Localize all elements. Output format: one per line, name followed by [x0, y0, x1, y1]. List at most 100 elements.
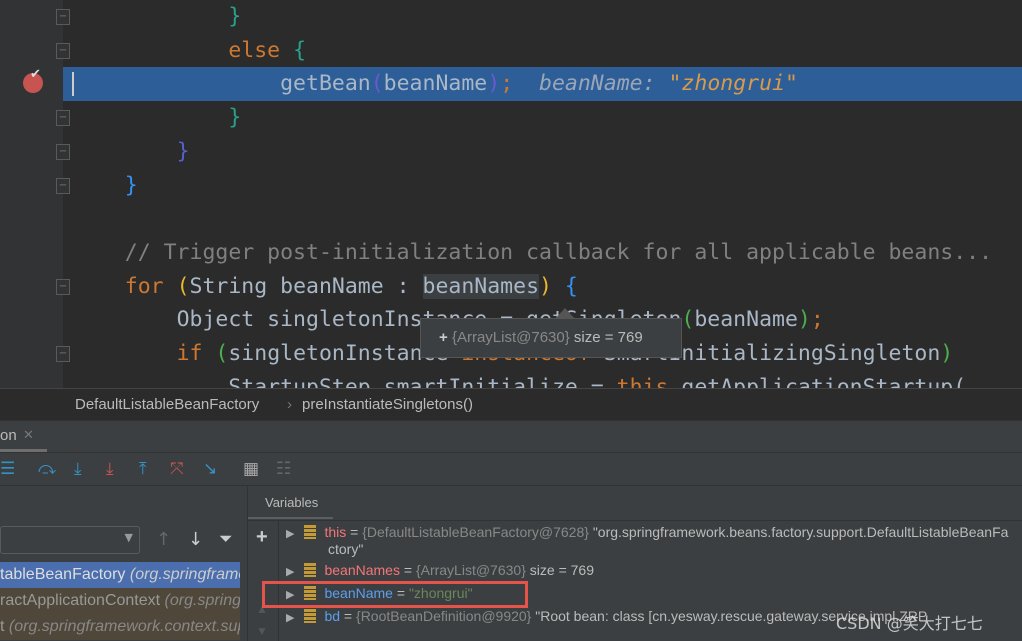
code-token: )	[539, 273, 552, 299]
code-token: }	[228, 105, 242, 131]
code-token: String beanName :	[189, 273, 423, 299]
variable-value: size = 769	[525, 562, 594, 578]
code-token: }	[228, 4, 242, 29]
breadcrumb-method[interactable]: preInstantiateSingletons()	[302, 396, 473, 413]
equals: =	[340, 608, 357, 624]
expand-icon[interactable]: ▶	[286, 588, 294, 603]
chevron-down-icon: ▼	[124, 531, 133, 544]
tab-debug[interactable]: on ✕	[0, 421, 47, 452]
scroll-down-icon[interactable]: ▼	[256, 624, 268, 638]
code-line[interactable]: }	[73, 101, 241, 135]
code-line[interactable]: // Trigger post-initialization callback …	[73, 236, 992, 270]
previous-frame-icon[interactable]: ↑	[156, 529, 171, 550]
code-line[interactable]: }	[73, 135, 190, 169]
code-token: (	[176, 273, 190, 299]
thread-selector[interactable]: ▼	[0, 526, 140, 554]
add-watch-icon[interactable]: +	[256, 526, 268, 549]
code-token: if	[176, 341, 216, 366]
variable-name: beanName	[324, 585, 393, 601]
breadcrumb-class[interactable]: DefaultListableBeanFactory	[75, 396, 259, 413]
variable-row[interactable]: ▶ this = {DefaultListableBeanFactory@7628…	[282, 522, 1016, 560]
watermark: CSDN @笑大打七七	[836, 614, 983, 633]
force-step-into-icon[interactable]: ⤓	[106, 459, 114, 479]
fold-icon[interactable]: −	[56, 278, 70, 295]
step-over-icon[interactable]: ⤼	[38, 459, 56, 479]
value-tooltip: + {ArrayList@7630} size = 769	[420, 318, 682, 358]
field-icon	[304, 563, 317, 577]
code-token: else	[228, 37, 294, 63]
debug-tab-bar: on ✕	[0, 420, 1022, 452]
frame-name: tableBeanFactory	[0, 566, 126, 583]
fold-icon[interactable]: −	[56, 42, 70, 59]
expand-icon[interactable]: ▶	[286, 527, 294, 542]
expand-icon[interactable]: +	[439, 329, 448, 346]
debug-toolbar: ☰ ⤼ ⤓ ⤓ ⤒ ⤧ ↘ ▦ ☷	[0, 452, 1022, 486]
equals: =	[392, 585, 409, 601]
code-editor[interactable]: } else { getBean(beanName); beanName: "z…	[0, 0, 1022, 400]
stack-frame[interactable]: tableBeanFactory (org.springframework.be…	[0, 562, 240, 588]
divider	[248, 520, 1022, 521]
code-line[interactable]: for (String beanName : beanNames) {	[73, 270, 578, 304]
code-line[interactable]: }	[73, 0, 241, 34]
code-line[interactable]: getBean(beanName); beanName: "zhongrui"	[73, 67, 798, 101]
code-token: )	[797, 307, 811, 333]
stack-frame[interactable]: ractApplicationContext (org.springframew…	[0, 588, 240, 614]
field-icon	[304, 609, 317, 623]
frame-name: ractApplicationContext	[0, 592, 161, 609]
step-out-icon[interactable]: ⤒	[139, 459, 147, 479]
drop-frame-icon[interactable]: ⤧	[170, 459, 184, 479]
frames-panel: ▼ ↑ ↓ ⏷ tableBeanFactory (org.springfram…	[0, 486, 248, 641]
code-token: )	[940, 341, 954, 366]
tab-label: on	[0, 427, 17, 444]
inline-value: "zhongrui"	[668, 71, 798, 97]
code-token: }	[124, 172, 138, 198]
frames-icon[interactable]: ☰	[0, 459, 15, 479]
step-into-icon[interactable]: ⤓	[74, 459, 82, 479]
highlighted-variable-row[interactable]: ▶ beanName = "zhongrui"	[262, 581, 528, 608]
code-token: )	[487, 71, 501, 97]
code-token: for	[124, 273, 177, 299]
tooltip-type: {ArrayList@7630}	[451, 329, 570, 346]
fold-icon[interactable]: −	[56, 110, 70, 127]
code-token: {	[293, 37, 307, 63]
expand-icon[interactable]: ▶	[286, 611, 294, 626]
next-frame-icon[interactable]: ↓	[188, 529, 203, 550]
evaluate-expression-icon[interactable]: ▦	[243, 459, 259, 479]
code-token: beanNames	[422, 273, 540, 299]
gutter	[0, 0, 63, 388]
code-token: (	[681, 307, 695, 333]
fold-icon[interactable]: −	[56, 143, 70, 160]
code-token: ;	[810, 307, 824, 333]
code-token: (	[370, 71, 384, 97]
expand-icon[interactable]: ▶	[286, 565, 294, 580]
breakpoint-icon[interactable]	[23, 67, 43, 93]
variable-name: beanNames	[324, 562, 400, 578]
fold-icon[interactable]: −	[56, 346, 70, 362]
filter-icon[interactable]: ⏷	[219, 529, 233, 549]
variable-type: {RootBeanDefinition@9920}	[356, 608, 532, 624]
frame-name: t	[0, 618, 5, 635]
variable-name: this	[324, 524, 347, 540]
equals: =	[346, 524, 363, 540]
code-token: {	[551, 273, 578, 299]
variable-value: "zhongrui"	[408, 585, 473, 601]
code-token: }	[176, 138, 190, 164]
run-to-cursor-icon[interactable]: ↘	[203, 459, 217, 479]
code-token: beanName	[694, 307, 798, 333]
code-token: ;	[500, 71, 514, 97]
equals: =	[399, 562, 416, 578]
code-line[interactable]: else {	[73, 34, 306, 68]
trace-icon[interactable]: ☷	[276, 459, 291, 479]
code-line[interactable]: }	[73, 169, 138, 203]
tab-label: Variables	[265, 495, 319, 510]
divider	[278, 521, 279, 641]
close-icon[interactable]: ✕	[23, 427, 34, 443]
variable-type: {DefaultListableBeanFactory@7628}	[362, 524, 589, 540]
tab-variables[interactable]: Variables	[248, 486, 333, 519]
stack-frame[interactable]: t (org.springframework.context.support)	[0, 614, 240, 640]
variable-row[interactable]: ▶ beanNames = {ArrayList@7630} size = 769	[282, 560, 1016, 583]
code-token: // Trigger post-initialization callback …	[124, 239, 993, 265]
variable-name: bd	[324, 608, 341, 624]
fold-icon[interactable]: −	[56, 177, 70, 194]
fold-icon[interactable]: −	[56, 9, 70, 25]
